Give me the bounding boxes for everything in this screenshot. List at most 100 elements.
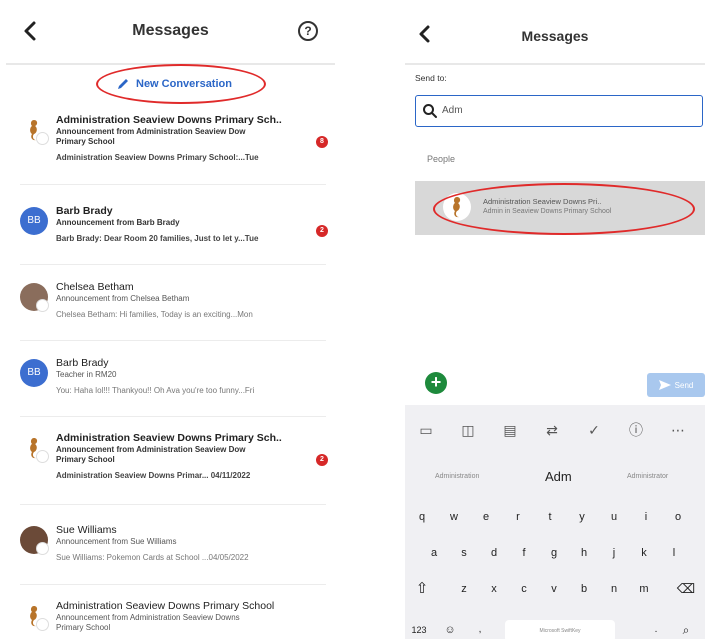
conversation-preview: Chelsea Betham: Hi families, Today is an… <box>56 310 253 319</box>
keyboard-row-3: ⇧ z x c v b n m ⌫ <box>405 575 705 605</box>
conversation-name: Barb Brady <box>56 357 109 369</box>
conversation-subtitle: Teacher in RM20 <box>56 370 117 379</box>
row-divider <box>20 416 326 417</box>
key[interactable]: w <box>441 503 467 531</box>
period-key[interactable]: . <box>643 616 669 639</box>
key[interactable]: j <box>601 539 627 567</box>
sticker-icon[interactable]: ◫ <box>447 415 489 445</box>
conversation-subtitle: Announcement from Administration Seaview… <box>56 613 240 622</box>
conversation-item[interactable]: Sue Williams Announcement from Sue Willi… <box>20 524 330 574</box>
megaphone-icon <box>36 299 49 312</box>
keyboard-row-1: q w e r t y u i o <box>405 503 705 533</box>
key[interactable]: m <box>631 575 657 603</box>
megaphone-icon <box>36 542 49 555</box>
search-input[interactable] <box>442 105 682 116</box>
annotation-circle <box>96 64 266 104</box>
conversation-item[interactable]: BB Barb Brady Teacher in RM20 You: Haha … <box>20 357 330 407</box>
new-message-screen: Messages Send to: People Administration … <box>405 0 705 639</box>
header: Messages ? <box>6 0 335 64</box>
conversation-subtitle: Primary School <box>56 455 115 464</box>
search-icon <box>423 104 437 118</box>
checkmark-icon[interactable]: ✓ <box>573 415 615 445</box>
key[interactable]: u <box>601 503 627 531</box>
clipboard-icon[interactable]: ▤ <box>489 415 531 445</box>
page-title: Messages <box>132 22 209 39</box>
conversation-item[interactable]: BB Barb Brady Announcement from Barb Bra… <box>20 205 330 255</box>
keyboard-toolbar: ▭ ◫ ▤ ⇄ ✓ ⓘ ⋯ <box>405 405 705 455</box>
key[interactable]: e <box>473 503 499 531</box>
emoji-key-icon[interactable]: ☺ <box>437 616 463 639</box>
key[interactable]: x <box>481 575 507 603</box>
key[interactable]: o <box>665 503 691 531</box>
key[interactable]: g <box>541 539 567 567</box>
key[interactable]: c <box>511 575 537 603</box>
avatar <box>20 434 49 463</box>
conversation-item[interactable]: Administration Seaview Downs Primary Sch… <box>20 432 330 494</box>
backspace-key-icon[interactable]: ⌫ <box>673 575 699 603</box>
key[interactable]: n <box>601 575 627 603</box>
unread-badge: 8 <box>316 136 328 148</box>
conversation-subtitle: Announcement from Administration Seaview… <box>56 445 246 454</box>
translate-icon[interactable]: ⇄ <box>531 415 573 445</box>
conversation-list-screen: Messages ? New Conversation Administrati… <box>6 0 335 639</box>
conversation-preview: You: Haha lol!!! Thankyou!! Oh Ava you'r… <box>56 386 255 395</box>
megaphone-icon <box>36 618 49 631</box>
conversation-name: Barb Brady <box>56 205 113 217</box>
key[interactable]: i <box>633 503 659 531</box>
recipient-dropdown: People Administration Seaview Downs Pri.… <box>415 141 705 261</box>
suggestion-word[interactable]: Administration <box>435 473 479 480</box>
help-icon[interactable]: ? <box>298 21 318 41</box>
more-icon[interactable]: ⋯ <box>657 415 699 445</box>
conversation-preview: Administration Seaview Downs Primar... 0… <box>56 471 251 480</box>
space-bar[interactable]: Microsoft SwiftKey <box>505 620 615 639</box>
search-key-icon[interactable]: ⌕ <box>673 616 699 639</box>
annotation-circle <box>433 183 695 235</box>
gif-icon[interactable]: ▭ <box>405 415 447 445</box>
conversation-item[interactable]: Administration Seaview Downs Primary Sch… <box>20 600 330 639</box>
key[interactable]: l <box>661 539 687 567</box>
avatar: BB <box>20 359 48 387</box>
key[interactable]: f <box>511 539 537 567</box>
conversation-name: Chelsea Betham <box>56 281 134 293</box>
send-to-label: Send to: <box>415 73 447 83</box>
key[interactable]: d <box>481 539 507 567</box>
key[interactable]: q <box>409 503 435 531</box>
key[interactable]: a <box>421 539 447 567</box>
conversation-subtitle: Announcement from Barb Brady <box>56 218 180 227</box>
key[interactable]: k <box>631 539 657 567</box>
conversation-item[interactable]: Chelsea Betham Announcement from Chelsea… <box>20 281 330 331</box>
key[interactable]: z <box>451 575 477 603</box>
key[interactable]: v <box>541 575 567 603</box>
row-divider <box>20 340 326 341</box>
key[interactable]: s <box>451 539 477 567</box>
comma-key[interactable]: , <box>467 616 493 639</box>
send-button[interactable]: Send <box>647 373 705 397</box>
key[interactable]: t <box>537 503 563 531</box>
recipient-search-field[interactable] <box>415 95 703 127</box>
conversation-subtitle: Primary School <box>56 137 115 146</box>
avatar <box>20 526 49 555</box>
shift-key-icon[interactable]: ⇧ <box>409 575 435 603</box>
keyboard-bottom-row: 123 ☺ , Microsoft SwiftKey . ⌕ <box>405 618 705 639</box>
row-divider <box>20 584 326 585</box>
key[interactable]: r <box>505 503 531 531</box>
avatar <box>20 602 49 631</box>
suggestion-word[interactable]: Adm <box>545 469 572 484</box>
suggestion-word[interactable]: Administrator <box>627 473 668 480</box>
conversation-preview: Sue Williams: Pokemon Cards at School ..… <box>56 553 249 562</box>
key[interactable]: b <box>571 575 597 603</box>
keyboard-row-2: a s d f g h j k l <box>405 539 705 569</box>
conversation-item[interactable]: Administration Seaview Downs Primary Sch… <box>20 114 330 176</box>
send-label: Send <box>674 380 694 390</box>
key[interactable]: h <box>571 539 597 567</box>
conversation-subtitle: Announcement from Chelsea Betham <box>56 294 190 303</box>
conversation-subtitle: Announcement from Sue Williams <box>56 537 177 546</box>
on-screen-keyboard: ▭ ◫ ▤ ⇄ ✓ ⓘ ⋯ Administration Adm Adminis… <box>405 405 705 639</box>
row-divider <box>20 184 326 185</box>
add-attachment-button[interactable]: + <box>425 372 447 394</box>
conversation-name: Administration Seaview Downs Primary Sch… <box>56 600 275 612</box>
info-icon[interactable]: ⓘ <box>615 415 657 445</box>
numbers-key[interactable]: 123 <box>407 616 431 639</box>
key[interactable]: y <box>569 503 595 531</box>
unread-badge: 2 <box>316 454 328 466</box>
